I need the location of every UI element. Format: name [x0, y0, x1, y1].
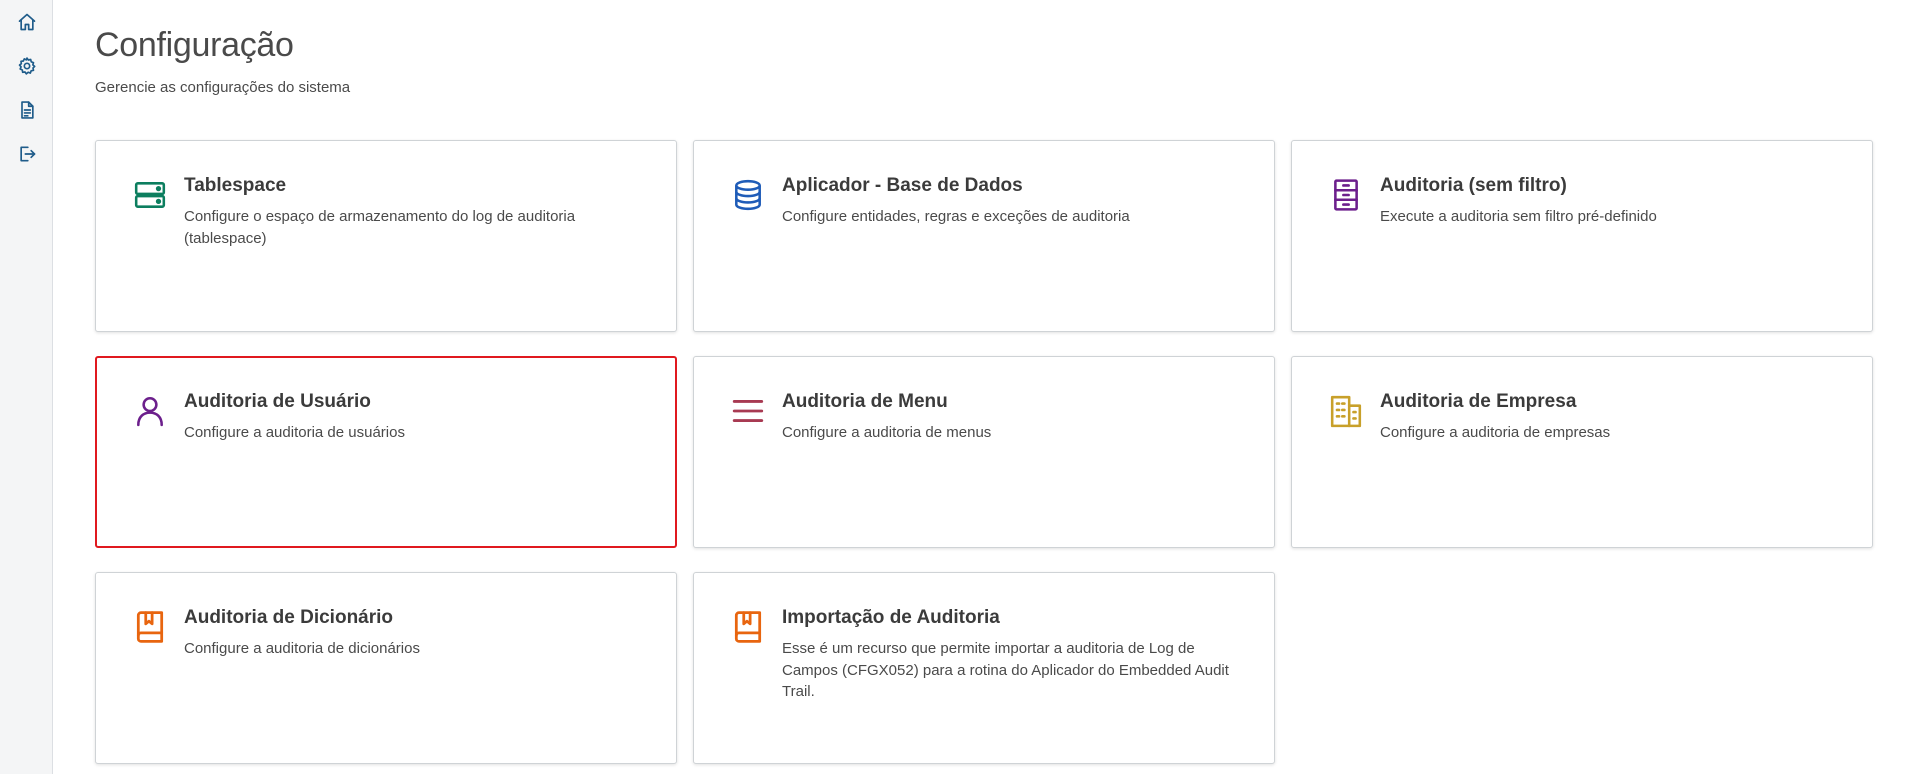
gear-icon [18, 57, 36, 75]
card-title: Auditoria de Usuário [184, 391, 371, 412]
sidebar-item-documents[interactable] [12, 95, 42, 125]
card-title: Auditoria de Menu [782, 391, 948, 412]
card-description: Configure a auditoria de usuários [184, 424, 405, 441]
card-title: Auditoria de Dicionário [184, 607, 394, 628]
card-description: Execute a auditoria sem filtro pré-defin… [1380, 208, 1657, 225]
card-importacao-de-auditoria[interactable]: Importação de Auditoria Esse é um recurs… [693, 572, 1275, 764]
card-title: Tablespace [184, 175, 287, 196]
card-auditoria-de-menu[interactable]: Auditoria de Menu Configure a auditoria … [693, 356, 1275, 548]
card-title: Importação de Auditoria [782, 607, 1000, 628]
sidebar-item-logout[interactable] [12, 139, 42, 169]
card-title: Auditoria (sem filtro) [1380, 175, 1567, 196]
book-icon [734, 611, 762, 643]
home-icon [18, 13, 36, 31]
filing-cabinet-icon [1334, 179, 1358, 211]
building-icon [1330, 395, 1362, 428]
card-auditoria-de-usuario[interactable]: Auditoria de Usuário Configure a auditor… [95, 356, 677, 548]
card-auditoria-de-dicionario[interactable]: Auditoria de Dicionário Configure a audi… [95, 572, 677, 764]
card-aplicador-base-de-dados[interactable]: Aplicador - Base de Dados Configure enti… [693, 140, 1275, 332]
card-description: Configure o espaço de armazenamento do l… [184, 208, 576, 247]
card-tablespace[interactable]: Tablespace Configure o espaço de armazen… [95, 140, 677, 332]
sidebar-item-settings[interactable] [12, 51, 42, 81]
book-icon [136, 611, 164, 643]
card-description: Configure a auditoria de menus [782, 424, 992, 441]
menu-icon [732, 400, 764, 422]
server-icon [134, 182, 166, 208]
card-description: Esse é um recurso que permite importar a… [782, 640, 1229, 700]
user-icon [137, 396, 163, 427]
sidebar-item-home[interactable] [12, 7, 42, 37]
card-title: Aplicador - Base de Dados [782, 175, 1023, 196]
card-auditoria-sem-filtro[interactable]: Auditoria (sem filtro) Execute a auditor… [1291, 140, 1873, 332]
card-description: Configure a auditoria de dicionários [184, 640, 420, 657]
card-auditoria-de-empresa[interactable]: Auditoria de Empresa Configure a auditor… [1291, 356, 1873, 548]
page-title: Configuração [95, 26, 294, 64]
card-description: Configure a auditoria de empresas [1380, 424, 1611, 441]
database-icon [735, 179, 761, 211]
document-icon [21, 101, 34, 119]
page-subtitle: Gerencie as configurações do sistema [95, 79, 351, 96]
sidebar [0, 0, 53, 774]
card-description: Configure entidades, regras e exceções d… [782, 208, 1130, 225]
card-title: Auditoria de Empresa [1380, 391, 1577, 412]
logout-icon [20, 146, 36, 162]
